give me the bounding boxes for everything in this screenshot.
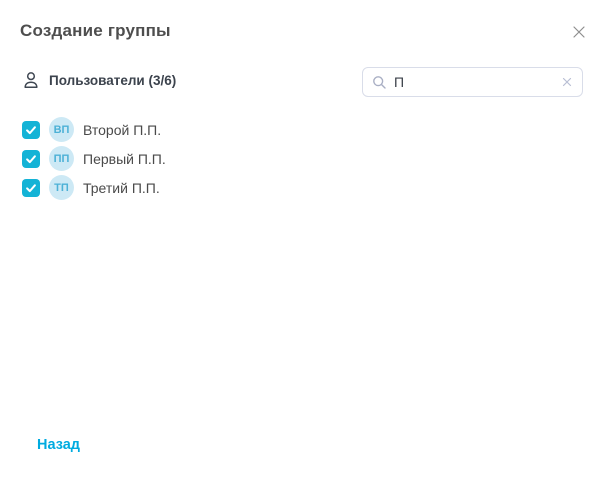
user-list: ВП Второй П.П. ПП Первый П.П. ТП Третий … (22, 115, 583, 202)
list-item[interactable]: ПП Первый П.П. (22, 144, 583, 173)
user-name: Первый П.П. (83, 151, 166, 167)
create-group-modal: Создание группы Пользователи (3/6) (0, 0, 605, 481)
checkmark-icon (24, 152, 38, 166)
user-name: Второй П.П. (83, 122, 161, 138)
search-box[interactable] (362, 67, 583, 97)
checkmark-icon (24, 123, 38, 137)
users-count-label: Пользователи (3/6) (49, 73, 176, 88)
back-button[interactable]: Назад (37, 437, 80, 453)
page-title: Создание группы (20, 21, 171, 41)
checkbox-checked[interactable] (22, 150, 40, 168)
users-section-header: Пользователи (3/6) (22, 71, 176, 90)
search-input[interactable] (394, 74, 554, 90)
avatar: ТП (49, 175, 74, 200)
list-item[interactable]: ВП Второй П.П. (22, 115, 583, 144)
search-icon (372, 75, 387, 90)
close-icon[interactable] (571, 24, 586, 39)
user-name: Третий П.П. (83, 180, 160, 196)
avatar: ПП (49, 146, 74, 171)
list-item[interactable]: ТП Третий П.П. (22, 173, 583, 202)
checkmark-icon (24, 181, 38, 195)
checkbox-checked[interactable] (22, 121, 40, 139)
person-icon (22, 71, 40, 90)
avatar: ВП (49, 117, 74, 142)
checkbox-checked[interactable] (22, 179, 40, 197)
clear-icon[interactable] (561, 76, 573, 88)
